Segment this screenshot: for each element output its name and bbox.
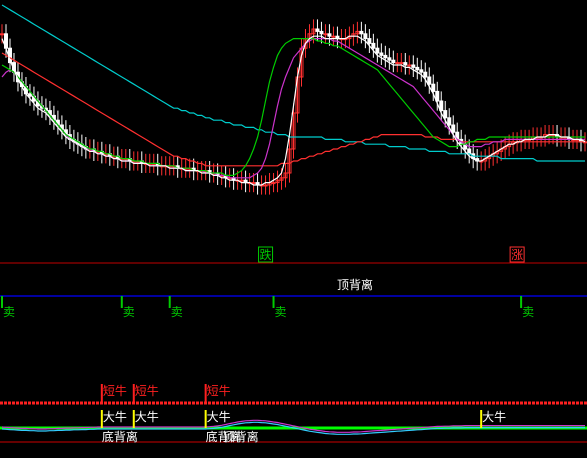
candle-body (387, 57, 392, 61)
big-bull-label: 大牛 (135, 409, 159, 424)
short-bull-label: 短牛 (207, 383, 231, 398)
candle-body (27, 93, 32, 97)
candle-body (251, 182, 256, 185)
divergence-panel: 卖卖卖卖卖 (0, 295, 587, 319)
candle-body (371, 42, 376, 49)
candle-body (451, 124, 456, 133)
indicator-panel: 短牛大牛底背离短牛大牛短牛大牛底背离顶背离大牛 (0, 383, 587, 444)
top-divergence-label: 顶背离 (223, 429, 259, 444)
big-bull-label: 大牛 (103, 409, 127, 424)
candle-body (327, 33, 332, 37)
sell-marker-label: 卖 (3, 305, 15, 319)
candle-body (395, 62, 400, 65)
divergence-panel-title: 顶背离 (337, 277, 373, 292)
candle-body (415, 66, 420, 71)
candle-body (323, 33, 328, 36)
short-bull-label: 短牛 (103, 383, 127, 398)
candle-body (419, 69, 424, 73)
big-bull-label: 大牛 (207, 409, 231, 424)
candle-body (423, 71, 428, 78)
candle-body (447, 117, 452, 126)
candle-body (399, 62, 404, 65)
sell-marker-label: 卖 (123, 305, 135, 319)
chart-svg: 跌涨 顶背离 卖卖卖卖卖 短牛大牛底背离短牛大牛短牛大牛底背离顶背离大牛 (0, 4, 587, 444)
candle-body (443, 110, 448, 119)
candle-body (427, 76, 432, 85)
stock-chart: 跌涨 顶背离 卖卖卖卖卖 短牛 大牛 底背离 短牛 大牛 短牛 大牛 底背离 顶背离 大牛 (0, 0, 587, 458)
sell-marker-label: 卖 (275, 305, 287, 319)
candle-body (383, 54, 388, 59)
bottom-divergence-label: 底背离 (102, 429, 138, 444)
candle-body (331, 35, 336, 38)
candle-body (271, 182, 276, 185)
candle-body (363, 33, 368, 40)
candle-body (431, 83, 436, 92)
candle-body (0, 33, 4, 36)
short-bull-label: 短牛 (135, 383, 159, 398)
candle-body (359, 30, 364, 35)
annotation-label: 跌 (260, 247, 272, 262)
sell-marker-label: 卖 (171, 305, 183, 319)
big-bull-label: 大牛 (482, 409, 506, 424)
price-panel: 跌涨 (0, 4, 587, 263)
candle-body (411, 64, 416, 68)
candle-body (367, 38, 372, 44)
candle-body (407, 64, 412, 67)
candle-body (263, 184, 268, 187)
candle-body (379, 52, 384, 56)
annotation-label: 涨 (511, 247, 523, 262)
candle-body (375, 47, 380, 54)
candle-body (239, 179, 244, 182)
candle-body (315, 28, 320, 32)
candle-body (467, 148, 472, 155)
candle-body (391, 59, 396, 64)
candle-body (403, 62, 408, 66)
sell-marker-label: 卖 (522, 305, 534, 319)
candle-body (319, 30, 324, 35)
